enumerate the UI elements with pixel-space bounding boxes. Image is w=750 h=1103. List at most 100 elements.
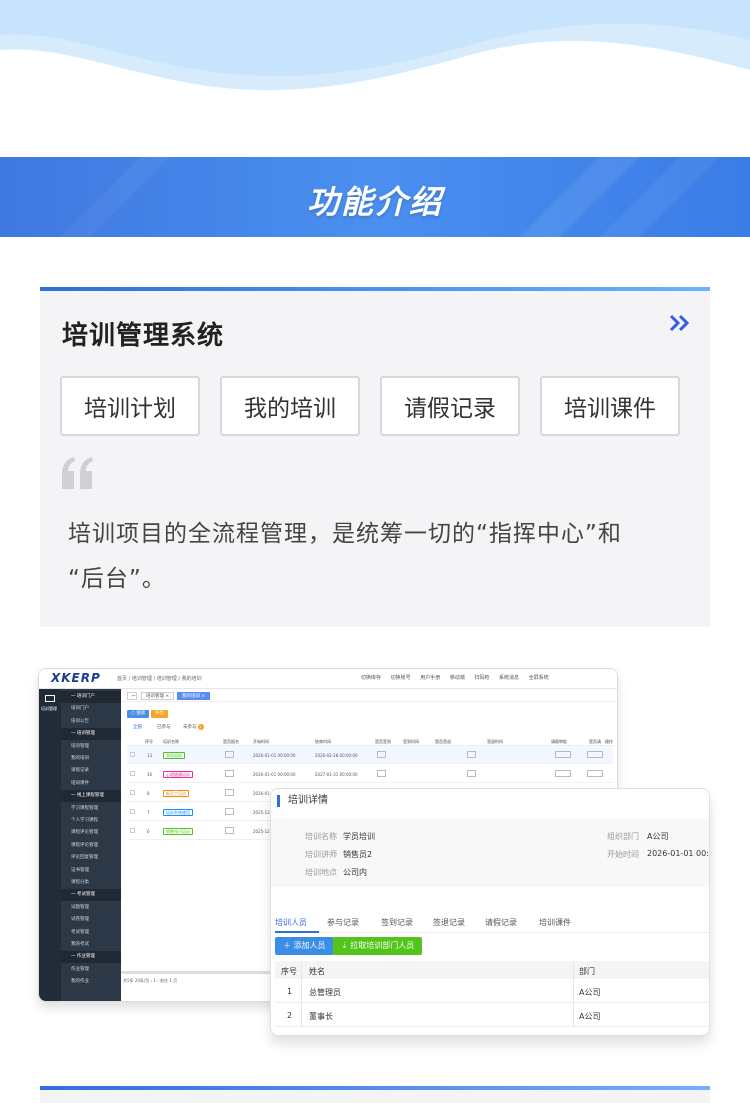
app-logo: XKERP (51, 671, 101, 685)
sidebar-item[interactable]: 培训管理 (61, 741, 121, 753)
row-no: 13 (147, 753, 153, 758)
search-button[interactable]: ○ 搜索 (127, 710, 150, 718)
row-end-time: 2027-01-31 00:00:00 (315, 772, 358, 777)
sidebar-item[interactable]: 试卷管理 (61, 914, 121, 926)
sidebar-item[interactable]: 证书管理 (61, 865, 121, 877)
monitor-icon[interactable] (45, 695, 55, 702)
tab-back[interactable]: ← (127, 692, 137, 700)
sidebar-item[interactable]: 我的考试 (61, 939, 121, 951)
header-cell: 签到时间 (403, 739, 419, 744)
sidebar-group[interactable]: 一 作业管理 (61, 951, 121, 964)
row-no: 6 (147, 829, 150, 834)
pagination[interactable]: 共5条 20条/页 ‹ 1 › 前往 1 页 (123, 978, 177, 984)
label-location: 培训地点 (305, 868, 337, 877)
tab-participation[interactable]: 参与记录 (327, 917, 359, 928)
subtab-not-joined-label: 未参与 (183, 725, 197, 730)
row-training-name: 新员工培训 (163, 790, 189, 797)
leave-approval-tag (555, 751, 571, 758)
tool-switch-account[interactable]: 切换账号 (391, 675, 411, 681)
row-checkbox[interactable] (130, 771, 135, 776)
value-trainer: 销售员2 (343, 850, 373, 859)
sidebar-item[interactable]: 试题管理 (61, 902, 121, 914)
sidebar-item[interactable]: 考试管理 (61, 927, 121, 939)
label-start-time: 开始时间 (607, 850, 639, 859)
tab-courseware[interactable]: 培训课件 (539, 917, 571, 928)
sidebar-group[interactable]: 一 培训门户 (61, 691, 121, 703)
label-trainer: 培训讲师 (305, 850, 337, 859)
label-training-name: 培训名称 (305, 832, 337, 841)
sidebar-group[interactable]: 一 培训管理 (61, 728, 121, 741)
training-detail-panel: 培训详情 培训名称 学员培训 培训讲师 销售员2 培训地点 公司内 组织部门 A… (270, 788, 710, 1036)
sidebar-item[interactable]: 课程评论管理 (61, 827, 121, 839)
row-checkbox[interactable] (130, 828, 135, 833)
header-toolbar: 切换库存 切换账号 用户手册 移动端 扫码枪 系统消息 全屏系统 (361, 674, 557, 681)
tab-sign-in[interactable]: 签到记录 (381, 917, 413, 928)
sidebar-item[interactable]: 课程分类 (61, 877, 121, 889)
tool-fullscreen[interactable]: 全屏系统 (529, 675, 549, 681)
table-row[interactable]: 2 董事长 A公司 (275, 1003, 709, 1027)
table-row[interactable]: 1 总管理员 A公司 (275, 979, 709, 1003)
tab-my-training[interactable]: 我的培训 × (177, 692, 211, 700)
module-rail: 培训管理 (39, 689, 61, 1001)
sidebar-item[interactable]: 培训门户 (61, 703, 121, 715)
banner-title: 功能介绍 (306, 183, 443, 221)
row-dept: A公司 (579, 988, 601, 997)
registered-flag (225, 789, 234, 796)
registered-flag (225, 751, 234, 758)
signed-out-flag (467, 751, 476, 758)
value-training-name: 学员培训 (343, 832, 375, 841)
tool-mobile[interactable]: 移动端 (450, 675, 465, 681)
sidebar-item[interactable]: 课程评论管理 (61, 840, 121, 852)
row-training-name: 心理健康培训 (163, 771, 193, 778)
sidebar-item[interactable]: 培训课件 (61, 778, 121, 790)
pull-department-members-button[interactable]: ⇣ 拉取培训部门人员 (333, 937, 423, 955)
sidebar-item[interactable]: 个人学习课程 (61, 815, 121, 827)
tool-user-manual[interactable]: 用户手册 (420, 675, 440, 681)
sidebar-item[interactable]: 评论回复管理 (61, 852, 121, 864)
row-checkbox[interactable] (130, 790, 135, 795)
row-training-name: 销售技巧培训 (163, 828, 193, 835)
add-trainee-button[interactable]: ＋ 添加人员 (275, 937, 334, 955)
sidebar-menu: 一 培训门户 培训门户 培训公告一 培训管理 培训管理 我的培训 请假记录 培训课件一 线上… (61, 689, 121, 1001)
tag-leave-records[interactable]: 请假记录 (380, 376, 520, 436)
row-end-time: 2026-02-28 00:00:00 (315, 753, 358, 758)
tab-training-management[interactable]: 培训管理 × (141, 692, 175, 700)
trainee-table-header: 序号 姓名 部门 (275, 961, 709, 979)
sidebar-item[interactable]: 我的作业 (61, 976, 121, 988)
table-row[interactable]: 13 学员培训 2026-01-01 00:00:00 2026-02-28 00:0… (127, 746, 613, 764)
row-checkbox[interactable] (130, 809, 135, 814)
sidebar-group[interactable]: 一 考试管理 (61, 889, 121, 902)
tool-scanner[interactable]: 扫码枪 (474, 675, 489, 681)
subtab-not-joined[interactable]: 未参与 1 (183, 724, 204, 730)
feature-card: 培训管理系统 培训计划 我的培训 请假记录 培训课件 培训项目的全流程管理，是统… (40, 287, 710, 627)
double-chevron-right-icon[interactable] (668, 313, 692, 333)
tag-my-training[interactable]: 我的培训 (220, 376, 360, 436)
export-button[interactable]: 导出 (151, 710, 168, 718)
app-header: XKERP 首页 / 培训管理 / 培训管理 / 我的培训 切换库存 切换账号 … (39, 669, 617, 689)
tab-sign-out[interactable]: 签退记录 (433, 917, 465, 928)
tab-leave[interactable]: 请假记录 (485, 917, 517, 928)
row-checkbox[interactable] (130, 752, 135, 757)
tag-training-plan[interactable]: 培训计划 (60, 376, 200, 436)
tool-messages[interactable]: 系统消息 (499, 675, 519, 681)
sidebar-item[interactable]: 我的培训 (61, 753, 121, 765)
sidebar-item[interactable]: 学习课程管理 (61, 803, 121, 815)
signed-out-flag (467, 770, 476, 777)
table-divider (573, 961, 574, 1027)
header-cell: 操作 (605, 739, 613, 744)
tab-trainees[interactable]: 培训人员 (275, 917, 307, 928)
row-no: 1 (287, 987, 293, 996)
subtab-all[interactable]: 全部 (133, 724, 142, 730)
signed-in-flag (377, 751, 386, 758)
header-dept: 部门 (579, 967, 595, 976)
sidebar-item[interactable]: 培训公告 (61, 716, 121, 728)
description-line-1: 培训项目的全流程管理，是统筹一切的“指挥中心”和 (68, 521, 622, 547)
sidebar-item[interactable]: 作业管理 (61, 964, 121, 976)
tag-training-courseware[interactable]: 培训课件 (540, 376, 680, 436)
sidebar-item[interactable]: 请假记录 (61, 765, 121, 777)
tool-switch-inventory[interactable]: 切换库存 (361, 675, 381, 681)
subtab-joined[interactable]: 已参与 (157, 724, 171, 730)
sidebar-group[interactable]: 一 线上课程管理 (61, 790, 121, 803)
table-row[interactable]: 10 心理健康培训 2026-01-01 00:00:00 2027-01-31 00… (127, 765, 613, 783)
page-tab-bar: ← 培训管理 × 我的培训 × (121, 689, 617, 702)
